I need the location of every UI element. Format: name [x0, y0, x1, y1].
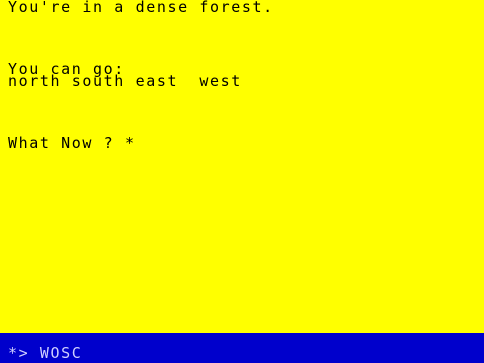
exits-list: north south east west: [8, 72, 242, 90]
game-screen: You're in a dense forest. You can go: no…: [0, 0, 484, 363]
location-description: You're in a dense forest.: [8, 0, 274, 16]
command-input-text[interactable]: *> WOSC: [8, 346, 82, 361]
command-input-bar[interactable]: *> WOSC: [0, 333, 484, 363]
command-prompt: What Now ? *: [8, 134, 136, 152]
